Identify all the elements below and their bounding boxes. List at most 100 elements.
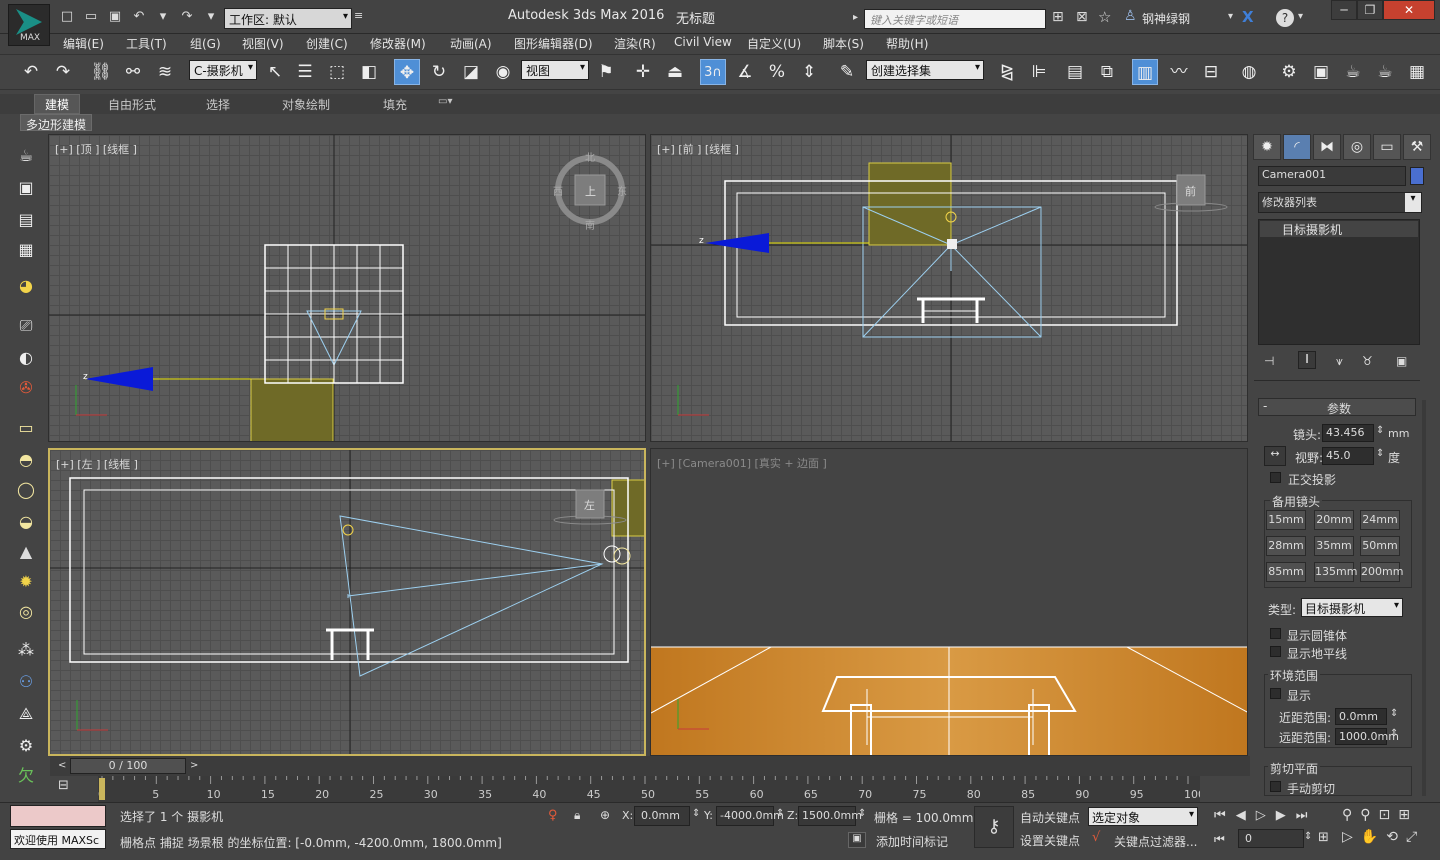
near-range-input[interactable]: 0.0mm — [1335, 708, 1387, 725]
env-show-checkbox[interactable] — [1270, 688, 1281, 699]
params-rollout-header[interactable]: - 参数 — [1258, 398, 1416, 416]
lens-28mm-button[interactable]: 28mm — [1266, 536, 1306, 556]
select-move-icon[interactable]: ✥ — [394, 59, 420, 85]
viewport-front[interactable]: [+] [前 ] [线框 ] z 前 — [650, 134, 1248, 442]
viewport-camera-label[interactable]: [+] [Camera001] [真实 + 边面 ] — [657, 455, 827, 471]
menu-views[interactable]: 视图(V) — [242, 35, 284, 52]
far-spinner-icon[interactable]: ⇕ — [1390, 728, 1398, 739]
near-spinner-icon[interactable]: ⇕ — [1390, 708, 1398, 719]
rendered-frame-window-icon[interactable]: ▣ — [1308, 59, 1334, 85]
go-to-end-icon[interactable]: ⏭ — [1296, 808, 1308, 823]
lens-50mm-button[interactable]: 50mm — [1360, 536, 1400, 556]
curve-editor-icon[interactable]: 〰 — [1166, 59, 1192, 85]
go-to-start-icon[interactable]: ⏮ — [1214, 808, 1226, 823]
z-coord-input[interactable]: 1500.0mm — [798, 806, 862, 826]
app-logo-button[interactable]: MAX — [8, 4, 50, 46]
minimize-button[interactable]: ─ — [1331, 0, 1357, 20]
configure-modifier-sets-icon[interactable]: ▣ — [1396, 354, 1407, 368]
save-icon[interactable]: ▣ — [106, 8, 124, 26]
viewcube-north[interactable]: 北 — [585, 152, 595, 164]
menu-tools[interactable]: 工具(T) — [126, 35, 167, 52]
gear-icon[interactable]: ⚙ — [14, 734, 38, 758]
menu-civil-view[interactable]: Civil View — [674, 35, 732, 49]
polygon-modeling-panel[interactable]: 多边形建模 — [20, 114, 93, 132]
add-time-tag[interactable]: 添加时间标记 — [876, 833, 948, 850]
lens-input[interactable]: 43.456 — [1322, 424, 1374, 442]
select-object-icon[interactable]: ↖ — [262, 59, 288, 85]
open-file-icon[interactable]: ▭ — [82, 8, 100, 26]
time-slider-track[interactable] — [50, 756, 1250, 776]
schematic-view-icon[interactable]: ⊟ — [1198, 59, 1224, 85]
image-viewer-icon[interactable]: ▣ — [14, 176, 38, 200]
zoom-extents-all-icon[interactable]: ⊞ — [1398, 807, 1410, 823]
selection-filter-dropdown[interactable]: C-摄影机 — [189, 60, 257, 80]
object-color-swatch[interactable] — [1410, 167, 1424, 185]
set-key-icon[interactable]: ⚷ — [974, 806, 1014, 848]
utilities-tab-icon[interactable]: ⚒ — [1403, 134, 1431, 160]
manual-clip-checkbox[interactable] — [1270, 781, 1281, 792]
viewport-left-label[interactable]: [+] [左 ] [线框 ] — [56, 456, 138, 472]
x-spinner-icon[interactable]: ⇕ — [692, 808, 700, 819]
set-key-mode-button[interactable]: 设置关键点 — [1020, 832, 1080, 849]
frame-spinner-icon[interactable]: ⇕ — [1304, 831, 1312, 842]
exchange-apps-icon[interactable]: X — [1242, 8, 1254, 26]
zoom-icon[interactable]: ⚲ — [1342, 807, 1352, 823]
box-primitive-icon[interactable]: ▭ — [14, 416, 38, 440]
communication-center-icon[interactable]: ⊠ — [1076, 9, 1088, 25]
snaps-toggle-icon[interactable]: 3∩ — [700, 59, 726, 85]
menu-animation[interactable]: 动画(A) — [450, 35, 492, 52]
maximize-button[interactable]: ❐ — [1357, 0, 1383, 20]
undo-icon[interactable]: ↶ — [18, 59, 44, 85]
key-mode-toggle-icon[interactable]: ⏮ — [1214, 832, 1225, 847]
object-name-field[interactable]: Camera001 — [1258, 166, 1406, 186]
select-rotate-icon[interactable]: ↻ — [426, 59, 452, 85]
percent-snap-icon[interactable]: % — [764, 59, 790, 85]
viewport-camera[interactable]: [+] [Camera001] [真实 + 边面 ] — [650, 448, 1248, 756]
menu-rendering[interactable]: 渲染(R) — [614, 35, 656, 52]
geosphere-icon[interactable]: ◒ — [14, 510, 38, 534]
layer-manager-icon[interactable]: ▤ — [1062, 59, 1088, 85]
menu-modifiers[interactable]: 修改器(M) — [370, 35, 426, 52]
ribbon-options-icon[interactable]: ▭▾ — [438, 96, 452, 107]
keyboard-shortcut-toggle-icon[interactable]: ⏏ — [662, 59, 688, 85]
menu-edit[interactable]: 编辑(E) — [63, 35, 104, 52]
lens-35mm-button[interactable]: 35mm — [1314, 536, 1354, 556]
key-filters-button[interactable]: 关键点过滤器... — [1114, 833, 1197, 850]
maxscript-welcome[interactable]: 欢迎使用 MAXSc — [10, 829, 106, 849]
binoculars-icon[interactable]: ⊞ — [1052, 9, 1064, 25]
user-name[interactable]: 钢神绿钢 — [1142, 10, 1190, 27]
display-tab-icon[interactable]: ▭ — [1373, 134, 1401, 160]
viewcube-left-face[interactable]: 左 — [584, 499, 595, 512]
y-spinner-icon[interactable]: ⇕ — [776, 808, 784, 819]
help-icon[interactable]: ? — [1276, 9, 1294, 27]
angle-snap-icon[interactable]: ∡ — [732, 59, 758, 85]
lens-20mm-button[interactable]: 20mm — [1314, 510, 1354, 530]
render-production-icon[interactable]: ☕ — [1340, 59, 1366, 85]
auto-key-button[interactable]: 自动关键点 — [1020, 809, 1080, 826]
orbit-icon[interactable]: ⟲ — [1386, 829, 1398, 845]
bind-spacewarp-icon[interactable]: ≋ — [152, 59, 178, 85]
new-file-icon[interactable]: □ — [58, 8, 76, 26]
ribbon-tab-selection[interactable]: 选择 — [206, 96, 230, 113]
menu-create[interactable]: 创建(C) — [306, 35, 348, 52]
light-bulb-icon[interactable]: ◕ — [14, 274, 38, 298]
grass-icon[interactable]: ⽋ — [14, 764, 38, 788]
time-slider-next-icon[interactable]: > — [190, 760, 198, 771]
undo-dropdown-icon[interactable]: ▾ — [154, 8, 172, 26]
select-by-name-icon[interactable]: ☰ — [292, 59, 318, 85]
align-icon[interactable]: ⊫ — [1026, 59, 1052, 85]
sphere-half-icon[interactable]: ◐ — [14, 346, 38, 370]
ribbon-tab-modeling[interactable]: 建模 — [34, 94, 81, 114]
modify-tab-icon[interactable]: ◜ — [1283, 134, 1311, 160]
search-input[interactable]: 键入关键字或短语 — [864, 9, 1046, 29]
menu-customize[interactable]: 自定义(U) — [747, 35, 801, 52]
lens-85mm-button[interactable]: 85mm — [1266, 562, 1306, 582]
create-tab-icon[interactable]: ✹ — [1253, 134, 1281, 160]
mini-curve-editor-icon[interactable]: ⊟ — [58, 778, 82, 798]
user-icon[interactable]: ♙ — [1124, 8, 1137, 24]
sun-light-icon[interactable]: ✹ — [14, 570, 38, 594]
render-activeshade-icon[interactable]: ▦ — [1404, 59, 1430, 85]
film-camera-icon[interactable]: ✇ — [14, 376, 38, 400]
lens-200mm-button[interactable]: 200mm — [1360, 562, 1403, 582]
viewcube-east[interactable]: 东 — [617, 185, 627, 198]
